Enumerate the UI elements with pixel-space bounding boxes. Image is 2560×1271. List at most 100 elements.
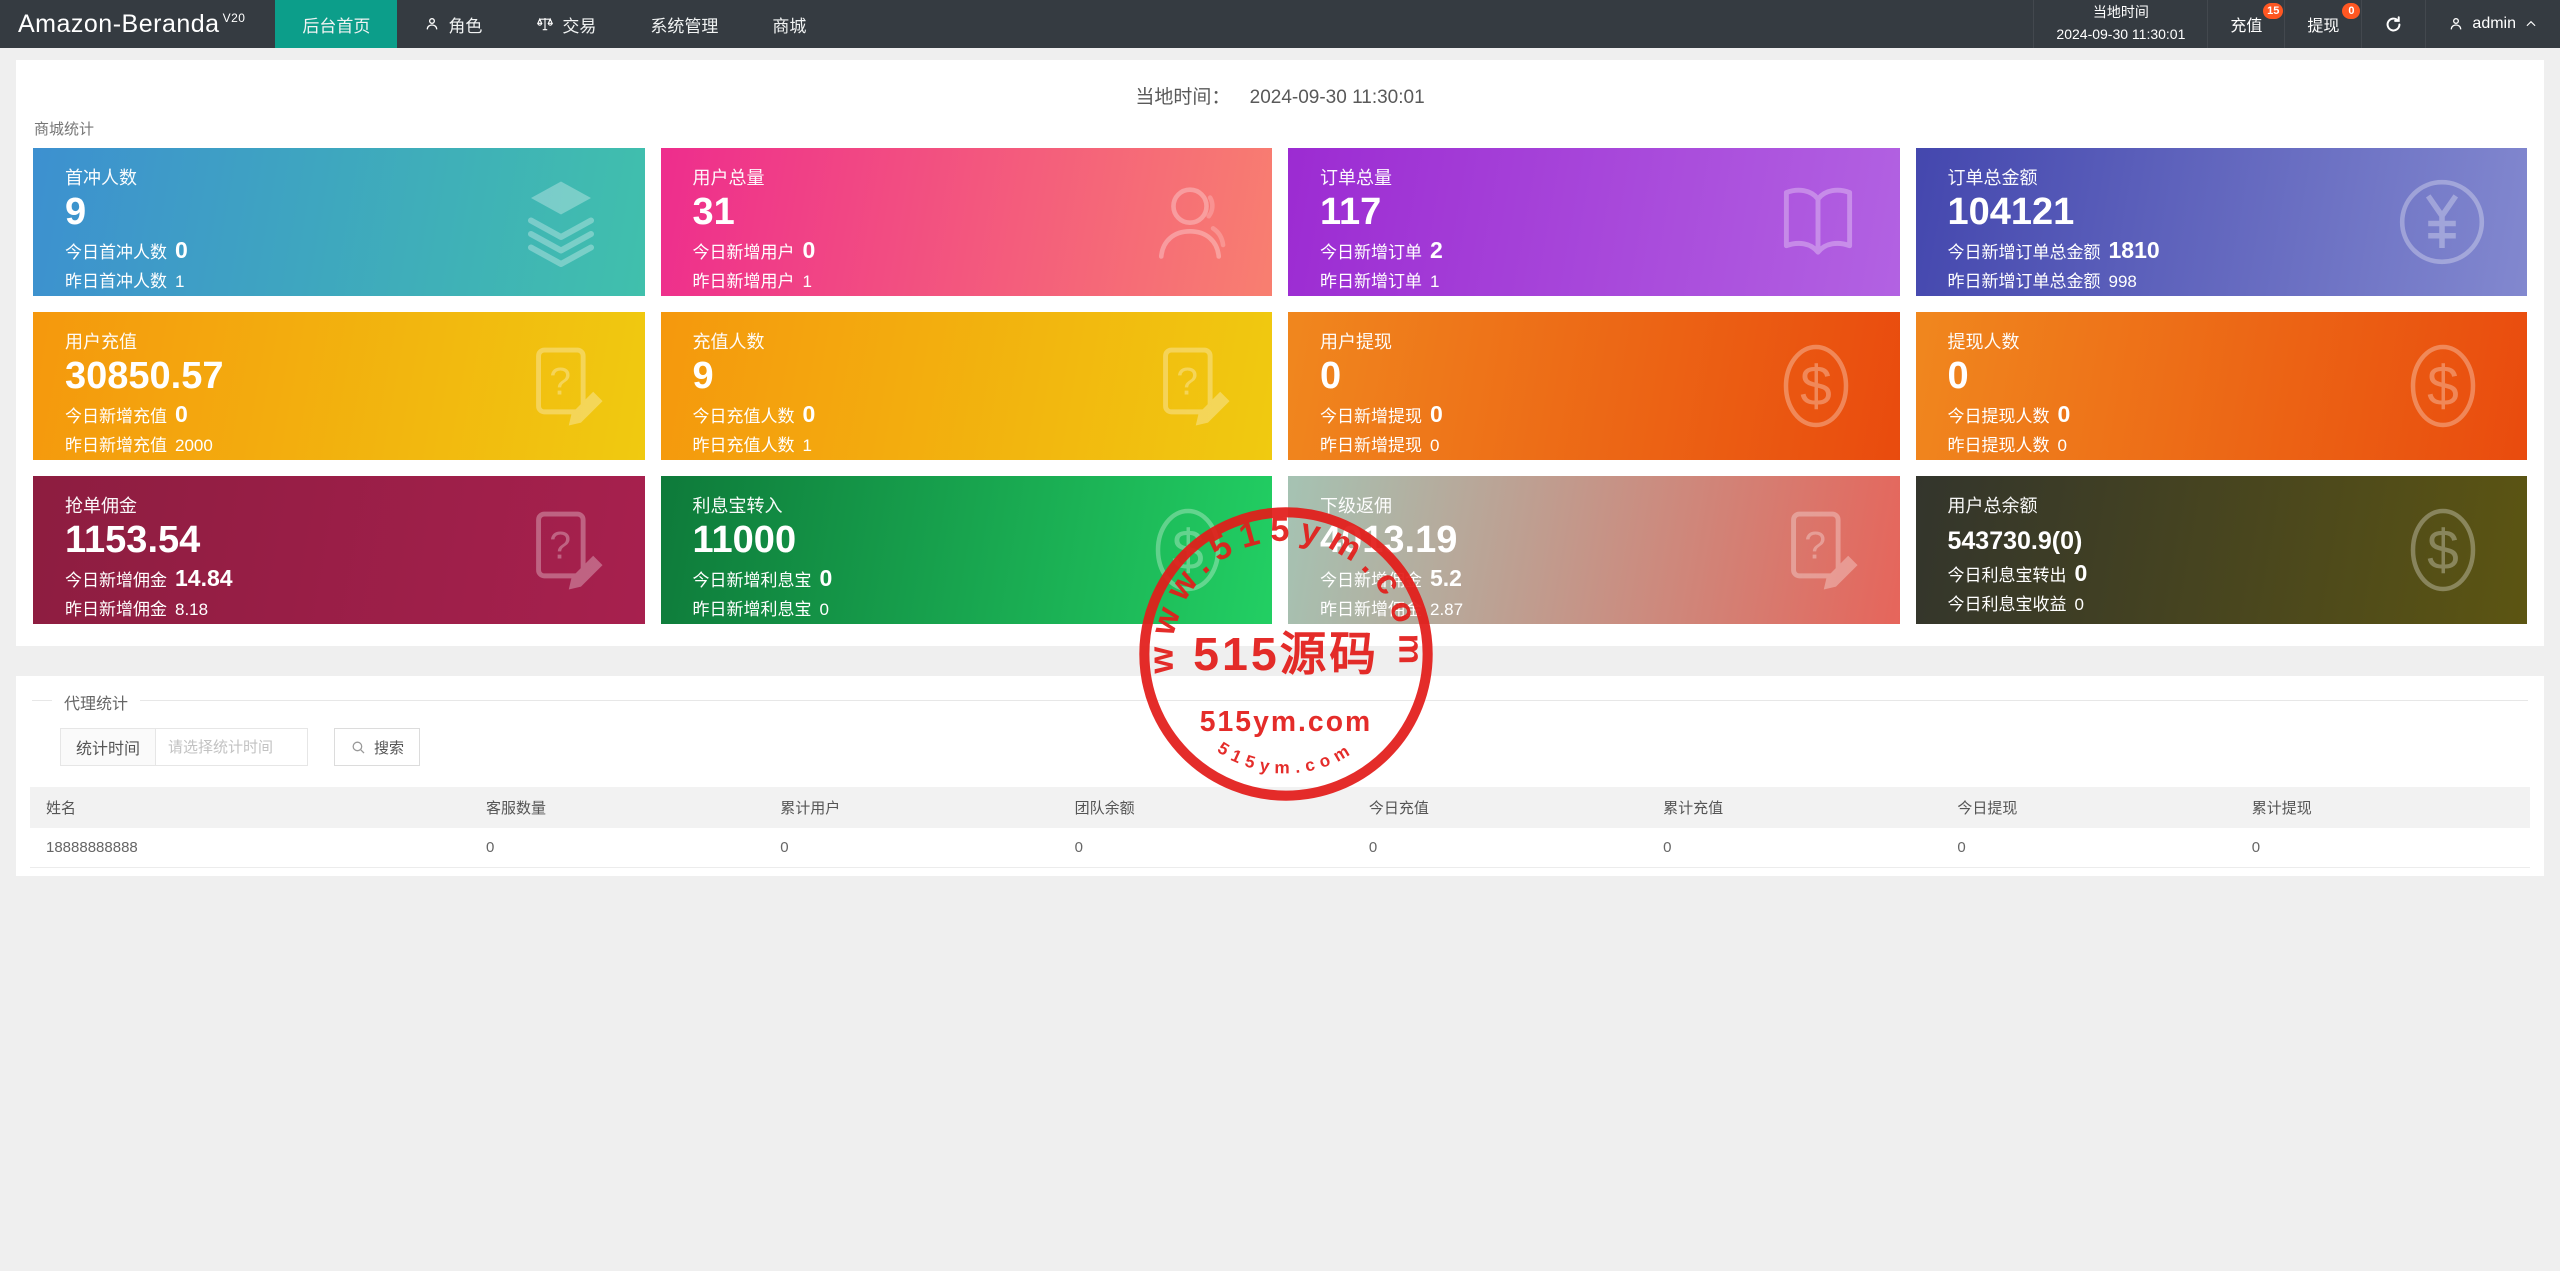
svg-text:?: ? xyxy=(549,361,571,404)
card-line-yesterday: 昨日新增用户 1 xyxy=(692,272,812,291)
dollar-icon: $ xyxy=(1140,502,1236,598)
recharge-button[interactable]: 充值 15 xyxy=(2207,0,2284,48)
card-line-yesterday: 昨日提现人数 0 xyxy=(1947,436,2067,455)
card-line-yesterday: 昨日新增佣金 2.87 xyxy=(1320,600,1464,619)
main-nav: 后台首页 角色 交易 系统管理 商城 xyxy=(275,0,833,48)
stat-card-2: 用户总量 31 今日新增用户 0 昨日新增用户 1 xyxy=(660,148,1272,296)
refresh-button[interactable] xyxy=(2361,0,2425,48)
app-logo-version: V20 xyxy=(222,11,246,25)
section-title-shop-stats: 商城统计 xyxy=(34,121,95,138)
panel-time-label: 当地时间： xyxy=(1135,87,1231,108)
agent-col-header-3: 累计用户 xyxy=(764,787,1059,828)
search-button-label: 搜索 xyxy=(374,739,405,757)
local-time-block: 当地时间 2024-09-30 11:30:01 xyxy=(2033,0,2207,48)
table-cell: 0 xyxy=(764,828,1059,868)
stat-card-1: 首冲人数 9 今日首冲人数 0 昨日首冲人数 1 xyxy=(33,148,645,296)
stat-card-11: 下级返佣 4013.19 今日新增佣金 5.2 昨日新增佣金 2.87? xyxy=(1288,476,1900,624)
svg-text:$: $ xyxy=(2427,519,2459,583)
yen-icon xyxy=(2393,173,2491,271)
chevron-up-icon xyxy=(2524,17,2538,31)
card-line-yesterday: 昨日充值人数 1 xyxy=(692,436,812,455)
document-edit-icon: ? xyxy=(1772,504,1864,596)
stats-cards: 首冲人数 9 今日首冲人数 0 昨日首冲人数 1 用户总量 31 今日新增用户 0 昨日新增用户 1 订… xyxy=(16,148,2544,624)
user-icon xyxy=(2448,16,2464,32)
table-cell: 18888888888 xyxy=(30,828,470,868)
document-edit-icon: ? xyxy=(1144,340,1236,432)
agent-col-header-2: 客服数量 xyxy=(470,787,765,828)
agent-table: 姓名 客服数量 累计用户 团队余额 今日充值 累计充值 今日提现 累计提现 188888888… xyxy=(30,787,2530,868)
card-line-yesterday: 昨日新增提现 0 xyxy=(1320,436,1440,455)
nav-item-2[interactable]: 角色 xyxy=(397,0,509,48)
user-icon xyxy=(424,16,440,32)
table-cell: 0 xyxy=(1941,828,2236,868)
table-cell: 0 xyxy=(1647,828,1942,868)
agent-filter-row: 统计时间 搜索 xyxy=(60,727,2544,767)
app-logo-text: Amazon-Beranda xyxy=(18,9,220,38)
stat-time-input[interactable] xyxy=(156,728,309,766)
shop-stats-panel: 当地时间： 2024-09-30 11:30:01 商城统计 首冲人数 9 今日首冲… xyxy=(16,60,2544,646)
stat-card-5: 用户充值 30850.57 今日新增充值 0 昨日新增充值 2000? xyxy=(33,312,645,460)
agent-col-header-7: 今日提现 xyxy=(1941,787,2236,828)
layers-icon xyxy=(513,174,609,270)
svg-text:?: ? xyxy=(1804,525,1826,568)
card-line-yesterday: 昨日新增订单 1 xyxy=(1320,272,1440,291)
user-name: admin xyxy=(2472,15,2516,32)
nav-item-5[interactable]: 商城 xyxy=(745,0,833,48)
panel-time-line: 当地时间： 2024-09-30 11:30:01 xyxy=(16,60,2544,108)
scales-icon xyxy=(536,15,554,33)
recharge-label: 充值 xyxy=(2230,18,2263,35)
stat-card-9: 抢单佣金 1153.54 今日新增佣金 14.84 昨日新增佣金 8.18? xyxy=(33,476,645,624)
svg-text:$: $ xyxy=(2427,355,2459,419)
document-edit-icon: ? xyxy=(517,504,609,596)
withdraw-label: 提现 xyxy=(2307,18,2340,35)
agent-col-header-4: 团队余额 xyxy=(1058,787,1353,828)
table-cell: 0 xyxy=(470,828,765,868)
card-line-yesterday: 昨日新增佣金 8.18 xyxy=(65,600,209,619)
nav-item-label: 角色 xyxy=(448,16,483,36)
agent-table-head: 姓名 客服数量 累计用户 团队余额 今日充值 累计充值 今日提现 累计提现 xyxy=(30,787,2530,828)
withdraw-badge: 0 xyxy=(2342,3,2361,19)
stat-card-10: 利息宝转入 11000 今日新增利息宝 0 昨日新增利息宝 0 $ xyxy=(660,476,1272,624)
nav-item-1[interactable]: 后台首页 xyxy=(275,0,398,48)
nav-item-3[interactable]: 交易 xyxy=(509,0,623,48)
agent-col-header-8: 累计提现 xyxy=(2235,787,2530,828)
agent-legend-line: 代理统计 xyxy=(32,696,2528,721)
agent-stats-panel: 代理统计 统计时间 搜索 姓名客服数量累计用户团队余额今日充值累计充值今日提现累… xyxy=(16,676,2544,876)
user-big-icon xyxy=(1144,176,1236,268)
stat-card-7: 用户提现 0 今日新增提现 0 昨日新增提现 0 $ xyxy=(1288,312,1900,460)
nav-item-label: 交易 xyxy=(562,16,597,36)
agent-col-header-6: 累计充值 xyxy=(1647,787,1942,828)
agent-col-header-1: 姓名 xyxy=(30,787,470,828)
dollar-icon: $ xyxy=(2395,338,2491,434)
dollar-icon: $ xyxy=(1768,338,1864,434)
nav-item-4[interactable]: 系统管理 xyxy=(623,0,745,48)
user-menu[interactable]: admin xyxy=(2425,0,2560,48)
stat-card-6: 充值人数 9 今日充值人数 0 昨日充值人数 1? xyxy=(660,312,1272,460)
local-time-label: 当地时间 xyxy=(2092,4,2149,21)
table-cell: 0 xyxy=(1058,828,1353,868)
refresh-icon xyxy=(2384,15,2403,34)
table-cell: 0 xyxy=(2235,828,2530,868)
agent-table-body: 18888888888 0 0 0 0 0 0 0 xyxy=(30,828,2530,868)
withdraw-button[interactable]: 提现 0 xyxy=(2284,0,2361,48)
stat-card-12: 用户总余额 543730.9(0) 今日利息宝转出 0 今日利息宝收益 0 $ xyxy=(1915,476,2527,624)
search-button[interactable]: 搜索 xyxy=(334,728,421,766)
svg-text:$: $ xyxy=(1800,355,1832,419)
topbar-right: 当地时间 2024-09-30 11:30:01 充值 15 提现 0 admi… xyxy=(2033,0,2560,48)
svg-text:$: $ xyxy=(1172,519,1204,583)
document-edit-icon: ? xyxy=(517,340,609,432)
card-line-yesterday: 昨日新增充值 2000 xyxy=(65,436,213,455)
nav-item-label: 系统管理 xyxy=(650,16,719,36)
table-row: 18888888888 0 0 0 0 0 0 0 xyxy=(30,828,2530,868)
stat-card-4: 订单总金额 104121 今日新增订单总金额 1810 昨日新增订单总金额 998 xyxy=(1915,148,2527,296)
nav-item-label: 后台首页 xyxy=(302,16,371,36)
book-icon xyxy=(1772,176,1864,268)
top-bar: Amazon-Beranda V20 后台首页 角色 交易 系统管理 商城 当地时间 20… xyxy=(0,0,2560,48)
recharge-badge: 15 xyxy=(2263,3,2284,19)
agent-legend: 代理统计 xyxy=(52,696,141,713)
local-time-value: 2024-09-30 11:30:01 xyxy=(2056,26,2186,42)
card-line-yesterday: 昨日首冲人数 1 xyxy=(65,272,185,291)
search-icon xyxy=(350,739,367,756)
agent-col-header-5: 今日充值 xyxy=(1352,787,1648,828)
table-cell: 0 xyxy=(1352,828,1648,868)
